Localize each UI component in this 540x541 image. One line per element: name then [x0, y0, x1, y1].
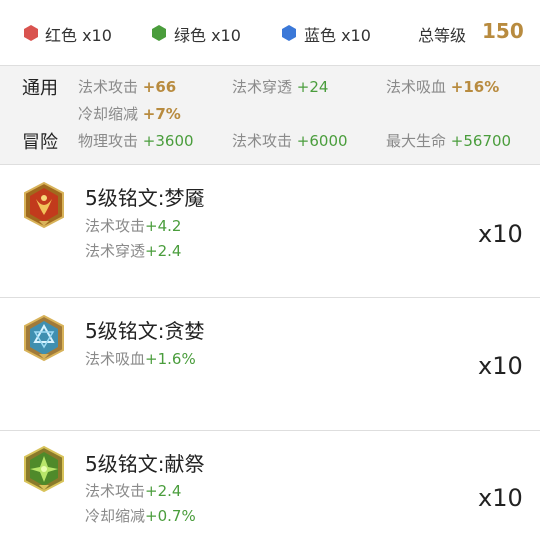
rune-list-item[interactable]: 5级铭文:献祭 法术攻击+2.4 冷却缩减+0.7% x10 [0, 431, 540, 541]
general-section-label: 通用 [22, 78, 58, 99]
rune-count: x10 [478, 484, 523, 512]
adventure-stat: 物理攻击 +3600 [78, 132, 194, 150]
adventure-stat: 法术攻击 +6000 [232, 132, 348, 150]
rune-stat: 冷却缩减+0.7% [85, 507, 196, 525]
rune-stat: 法术穿透+2.4 [85, 242, 182, 260]
green-gem-count: 绿色 x10 [174, 26, 241, 45]
attribute-summary: 通用 法术攻击 +66 法术穿透 +24 法术吸血 +16% 冷却缩减 +7% … [0, 66, 540, 164]
general-stat: 法术吸血 +16% [386, 78, 500, 96]
green-hexagon-gem-icon [150, 24, 168, 42]
rune-title: 5级铭文:献祭 [85, 452, 205, 476]
rune-stat: 法术吸血+1.6% [85, 350, 196, 368]
adventure-section-label: 冒险 [22, 132, 58, 153]
blue-rune-icon [22, 314, 66, 362]
rune-list-item[interactable]: 5级铭文:梦魇 法术攻击+4.2 法术穿透+2.4 x10 [0, 165, 540, 297]
gem-summary-bar: 红色 x10 绿色 x10 蓝色 x10 总等级 150 [0, 0, 540, 66]
adventure-stat: 最大生命 +56700 [386, 132, 512, 150]
total-level-value: 150 [482, 19, 524, 43]
total-level-label: 总等级 [418, 26, 467, 45]
rune-stat: 法术攻击+4.2 [85, 217, 182, 235]
general-stat: 法术攻击 +66 [78, 78, 177, 96]
rune-list-item[interactable]: 5级铭文:贪婪 法术吸血+1.6% x10 [0, 298, 540, 430]
rune-title: 5级铭文:梦魇 [85, 186, 205, 210]
rune-title: 5级铭文:贪婪 [85, 319, 205, 343]
blue-gem-count: 蓝色 x10 [304, 26, 371, 45]
rune-count: x10 [478, 220, 523, 248]
red-gem-count: 红色 x10 [45, 26, 112, 45]
rune-count: x10 [478, 352, 523, 380]
general-stat: 法术穿透 +24 [232, 78, 329, 96]
red-hexagon-gem-icon [22, 24, 40, 42]
green-rune-icon [22, 445, 66, 493]
blue-hexagon-gem-icon [280, 24, 298, 42]
red-rune-icon [22, 181, 66, 229]
rune-stat: 法术攻击+2.4 [85, 482, 182, 500]
general-stat: 冷却缩减 +7% [78, 105, 181, 123]
